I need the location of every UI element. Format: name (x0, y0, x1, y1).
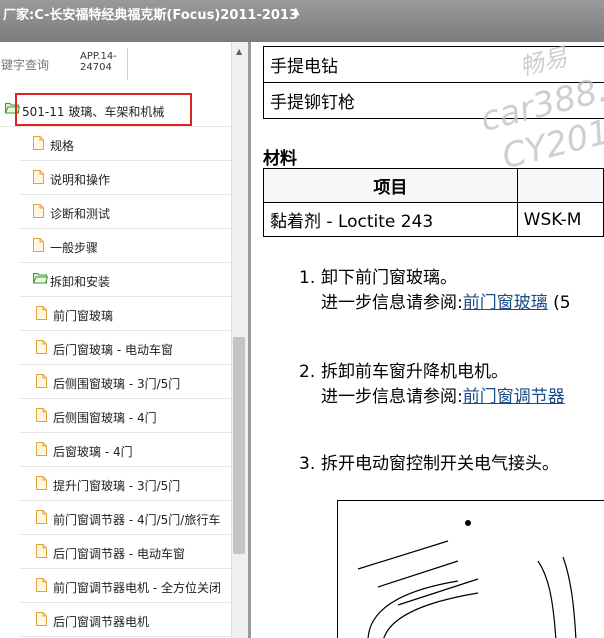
tree-folder-item[interactable]: 拆卸和安装 (20, 264, 231, 297)
document-icon (33, 238, 44, 255)
tree-item-label: 前门窗调节器电机 - 全方位关闭 (53, 581, 221, 595)
tree-item-label: 说明和操作 (50, 173, 111, 187)
window-title-bar: 厂家:C-长安福特经典福克斯(Focus)2011-2013 ▲ (0, 0, 604, 42)
navigation-pane: 键字查询 APP.14-24704 501-11 玻璃、车架和机械 规格 说明和操作… (0, 42, 248, 638)
document-icon (36, 340, 47, 357)
tree-item-label: 前门窗调节器 - 4门/5门/旅行车 (53, 513, 221, 527)
column-header-item: 项目 (263, 168, 518, 203)
tree-item[interactable]: 前门窗调节器 - 4门/5门/旅行车 (20, 502, 231, 535)
folder-open-icon (32, 272, 49, 287)
tree-item[interactable]: 后侧围窗玻璃 - 4门 (20, 400, 231, 433)
table-row: 黏着剂 - Loctite 243 WSK-M (263, 202, 604, 237)
tree-item-label: 后窗玻璃 - 4门 (53, 445, 133, 459)
document-icon (33, 204, 44, 221)
scroll-up-icon[interactable]: ▲ (236, 47, 242, 56)
tree-item-label: 拆卸和安装 (50, 275, 111, 289)
reference-link-front-window-glass[interactable]: 前门窗玻璃 (463, 293, 548, 313)
tree-item-label: 后侧围窗玻璃 - 4门 (53, 411, 157, 425)
document-icon (36, 578, 47, 595)
step-number: 1. (299, 268, 316, 288)
reference-prefix: 进一步信息请参阅: (321, 387, 463, 407)
step-text: 拆开电动窗控制开关电气接头。 (321, 454, 559, 474)
document-icon (33, 136, 44, 153)
tree-item[interactable]: 前门窗调节器电机 - 全方位关闭 (20, 570, 231, 603)
step-1: 1. 卸下前门窗玻璃。 进一步信息请参阅:前门窗玻璃 (5 (299, 266, 571, 316)
illustration-figure (337, 500, 604, 638)
document-icon (36, 476, 47, 493)
tree-item[interactable]: 一般步骤 (20, 230, 231, 263)
table-header-row: 项目 (263, 168, 604, 203)
step-text: 卸下前门窗玻璃。 (321, 268, 457, 288)
tree-item-label: 前门窗玻璃 (53, 309, 114, 323)
tree-item[interactable]: 说明和操作 (20, 162, 231, 195)
document-icon (36, 306, 47, 323)
tree-item[interactable]: 后门窗玻璃 - 电动车窗 (20, 332, 231, 365)
step-number: 3. (299, 454, 316, 474)
keyword-search-label[interactable]: 键字查询 (1, 56, 49, 73)
document-icon (36, 374, 47, 391)
step-2: 2. 拆卸前车窗升降机电机。 进一步信息请参阅:前门窗调节器 (299, 360, 565, 410)
materials-heading: 材料 (263, 149, 297, 169)
document-pane: 手提电钻 手提铆钉枪 材料 项目 黏着剂 - Loctite 243 WSK-M… (251, 42, 604, 638)
header-separator (127, 48, 128, 80)
tree-item-label: 诊断和测试 (50, 207, 111, 221)
tree-item-label: 一般步骤 (50, 241, 99, 255)
tree-item[interactable]: 规格 (20, 128, 231, 161)
tree-item[interactable]: 后门窗调节器 - 电动车窗 (20, 536, 231, 569)
door-illustration (357, 520, 577, 638)
document-icon (36, 510, 47, 527)
tree-item[interactable]: 提升门窗玻璃 - 3门/5门 (20, 468, 231, 501)
step-3: 3. 拆开电动窗控制开关电气接头。 (299, 452, 559, 477)
column-header-spec (516, 168, 604, 203)
material-name-cell: 黏着剂 - Loctite 243 (263, 202, 518, 237)
tree-item[interactable]: 后侧围窗玻璃 - 3门/5门 (20, 366, 231, 399)
tree-item-label: 后门窗调节器电机 (53, 615, 150, 629)
tree-item-label: 提升门窗玻璃 - 3门/5门 (53, 479, 181, 493)
tree-item-label: 后门窗玻璃 - 电动车窗 (53, 343, 173, 357)
tree-item-label: 后侧围窗玻璃 - 3门/5门 (53, 377, 181, 391)
document-icon (33, 170, 44, 187)
selection-highlight (15, 93, 192, 126)
document-icon (36, 612, 47, 629)
reference-prefix: 进一步信息请参阅: (321, 293, 463, 313)
document-icon (36, 442, 47, 459)
scrollbar-thumb[interactable] (233, 337, 245, 554)
collapse-arrow-icon[interactable]: ▲ (292, 6, 300, 17)
tree-item[interactable]: 后窗玻璃 - 4门 (20, 434, 231, 467)
document-icon (36, 408, 47, 425)
window-title: 厂家:C-长安福特经典福克斯(Focus)2011-2013 (3, 8, 299, 23)
document-icon (36, 544, 47, 561)
step-number: 2. (299, 362, 316, 382)
tree-item-label: 规格 (50, 139, 75, 153)
step-text: 拆卸前车窗升降机电机。 (321, 362, 508, 382)
reference-link-front-window-regulator[interactable]: 前门窗调节器 (463, 387, 565, 407)
tree-item[interactable]: 诊断和测试 (20, 196, 231, 229)
app-badge: APP.14-24704 (80, 51, 117, 73)
materials-table: 项目 黏着剂 - Loctite 243 WSK-M (263, 168, 604, 237)
tree-item-label: 后门窗调节器 - 电动车窗 (53, 547, 185, 561)
tree-item[interactable]: 前门窗玻璃 (20, 298, 231, 331)
tree-item[interactable]: 后门窗调节器电机 (20, 604, 231, 637)
reference-suffix: (5 (547, 293, 571, 313)
material-spec-cell: WSK-M (516, 202, 604, 237)
